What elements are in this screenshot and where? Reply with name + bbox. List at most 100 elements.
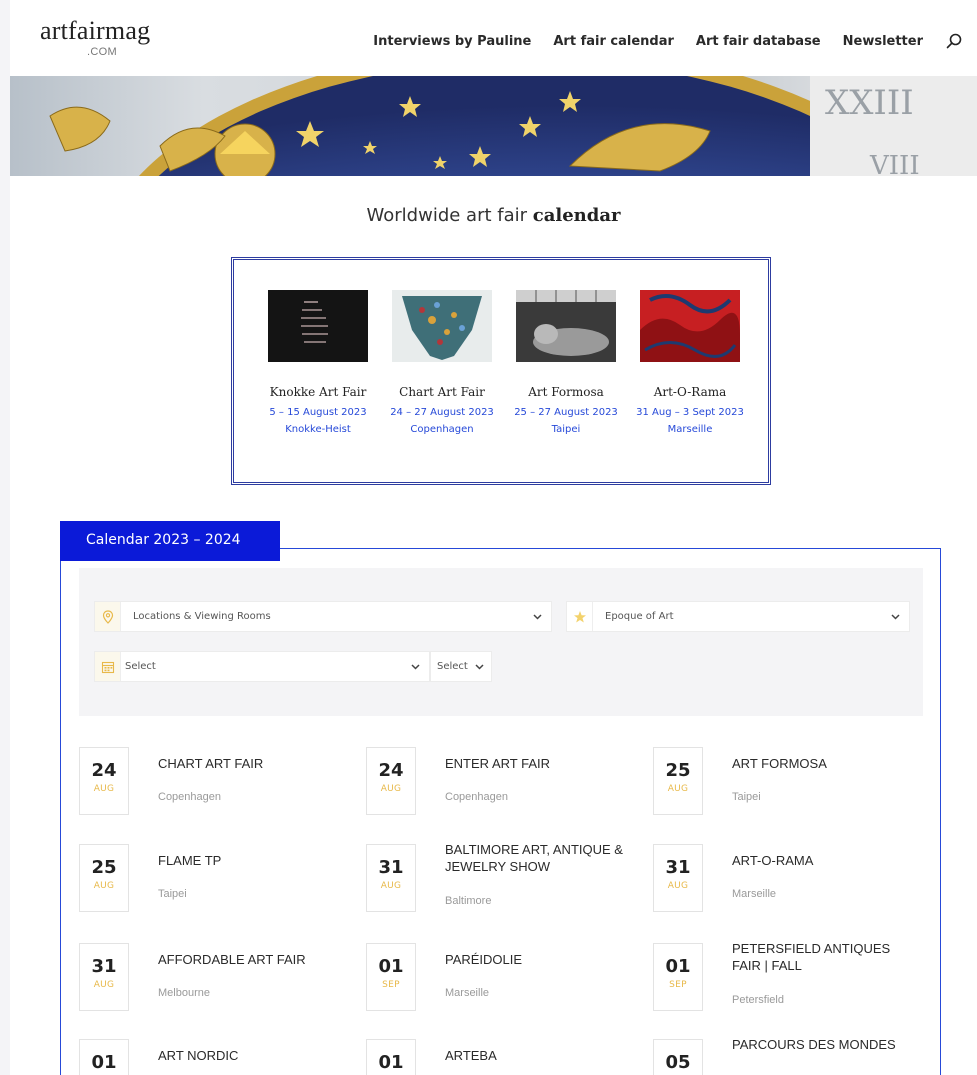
event-day: 31 (91, 956, 117, 977)
nav-newsletter[interactable]: Newsletter (843, 34, 923, 49)
tab-calendar[interactable]: Calendar 2023 – 2024 (60, 521, 280, 561)
date-box: 01 (79, 1039, 129, 1075)
date-box: 31 AUG (653, 844, 703, 912)
featured-card-formosa[interactable]: Art Formosa 25 – 27 August 2023 Taipei (504, 290, 628, 435)
date-box: 24 AUG (366, 747, 416, 815)
featured-title: Art-O-Rama (653, 385, 727, 399)
calendar-panel: Locations & Viewing Rooms Epoque of Art … (60, 548, 941, 1075)
nav-interviews[interactable]: Interviews by Pauline (373, 34, 531, 49)
event-day: 25 (91, 857, 117, 878)
date-box: 25 AUG (79, 844, 129, 912)
chevron-down-icon (411, 664, 420, 670)
event-item[interactable]: 31 AUG AFFORDABLE ART FAIR Melbourne (79, 943, 349, 1023)
event-item[interactable]: 05 PARCOURS DES MONDES (653, 1037, 923, 1075)
date-box: 01 SEP (366, 943, 416, 1011)
featured-location: Taipei (551, 424, 581, 435)
site-logo[interactable]: artfairmag .COM (40, 18, 180, 64)
calendar-icon (95, 652, 121, 681)
event-day: 24 (91, 760, 117, 781)
month-select-value: Select (125, 661, 156, 672)
event-item[interactable]: 24 AUG ENTER ART FAIR Copenhagen (366, 747, 636, 827)
event-title: PARCOURS DES MONDES (732, 1037, 896, 1052)
featured-card-chart[interactable]: Chart Art Fair 24 – 27 August 2023 Copen… (380, 290, 504, 435)
main-nav: Interviews by Pauline Art fair calendar … (373, 28, 977, 54)
month-select[interactable]: Select (94, 651, 430, 682)
event-item[interactable]: 01 ARTEBA (366, 1039, 636, 1075)
date-box: 05 (653, 1039, 703, 1075)
location-select[interactable]: Locations & Viewing Rooms (94, 601, 552, 632)
event-month: AUG (93, 784, 115, 794)
location-select-value: Locations & Viewing Rooms (133, 611, 271, 622)
location-pin-icon (95, 602, 121, 631)
chevron-down-icon (891, 614, 900, 620)
featured-location: Marseille (667, 424, 713, 435)
chevron-down-icon (533, 614, 542, 620)
year-select[interactable]: Select (430, 651, 492, 682)
title-bold: calendar (532, 205, 621, 226)
event-item[interactable]: 01 SEP PARÉIDOLIE Marseille (366, 943, 636, 1023)
event-item[interactable]: 31 AUG ART-O-RAMA Marseille (653, 844, 923, 924)
event-title: ART NORDIC (158, 1048, 239, 1063)
featured-image-chart (392, 290, 492, 362)
logo-subtext: .COM (87, 46, 117, 58)
featured-image-formosa (516, 290, 616, 362)
event-month: AUG (667, 881, 689, 891)
event-item[interactable]: 01 ART NORDIC (79, 1039, 349, 1075)
featured-title: Chart Art Fair (399, 385, 485, 399)
featured-dates: 31 Aug – 3 Sept 2023 (636, 407, 744, 418)
event-title: FLAME TP (158, 853, 222, 868)
featured-dates: 5 – 15 August 2023 (269, 407, 367, 418)
event-day: 31 (378, 857, 404, 878)
featured-title: Knokke Art Fair (269, 385, 367, 399)
site-header: artfairmag .COM Interviews by Pauline Ar… (10, 0, 977, 76)
filters-panel: Locations & Viewing Rooms Epoque of Art … (79, 568, 923, 716)
event-day: 01 (91, 1052, 117, 1073)
event-city: Taipei (158, 888, 187, 900)
featured-dates: 24 – 27 August 2023 (390, 407, 494, 418)
date-box: 31 AUG (366, 844, 416, 912)
event-item[interactable]: 01 SEP PETERSFIELD ANTIQUES FAIR | FALL P… (653, 941, 923, 1023)
date-box: 01 SEP (653, 943, 703, 1011)
event-day: 01 (378, 956, 404, 977)
event-month: AUG (93, 980, 115, 990)
featured-fairs-box: Knokke Art Fair 5 – 15 August 2023 Knokk… (231, 257, 771, 485)
event-city: Copenhagen (158, 791, 222, 803)
featured-card-knokke[interactable]: Knokke Art Fair 5 – 15 August 2023 Knokk… (256, 290, 380, 435)
search-icon[interactable] (945, 32, 963, 50)
featured-location: Copenhagen (410, 424, 474, 435)
event-city: Marseille (445, 987, 490, 999)
event-month: AUG (380, 784, 402, 794)
nav-art-fair-database[interactable]: Art fair database (696, 34, 821, 49)
event-city: Baltimore (445, 895, 492, 907)
event-month: AUG (380, 881, 402, 891)
featured-card-art-o-rama[interactable]: Art-O-Rama 31 Aug – 3 Sept 2023 Marseill… (628, 290, 752, 435)
nav-art-fair-calendar[interactable]: Art fair calendar (553, 34, 674, 49)
featured-image-knokke (268, 290, 368, 362)
epoque-select[interactable]: Epoque of Art (566, 601, 910, 632)
event-day: 05 (665, 1052, 691, 1073)
featured-dates: 25 – 27 August 2023 (514, 407, 618, 418)
featured-title: Art Formosa (528, 385, 604, 399)
date-box: 25 AUG (653, 747, 703, 815)
epoque-select-value: Epoque of Art (605, 611, 674, 622)
event-item[interactable]: 25 AUG FLAME TP Taipei (79, 844, 349, 924)
logo-text: artfairmag (40, 16, 151, 45)
event-city: Taipei (732, 791, 761, 803)
event-month: AUG (93, 881, 115, 891)
featured-location: Knokke-Heist (285, 424, 351, 435)
date-box: 24 AUG (79, 747, 129, 815)
date-box: 01 (366, 1039, 416, 1075)
event-item[interactable]: 24 AUG CHART ART FAIR Copenhagen (79, 747, 349, 827)
event-city: Petersfield (732, 994, 784, 1006)
event-item[interactable]: 31 AUG BALTIMORE ART, ANTIQUE & JEWELRY S… (366, 842, 636, 924)
event-title: ENTER ART FAIR (445, 756, 550, 771)
event-title: PETERSFIELD ANTIQUES FAIR | FALL (732, 941, 891, 973)
svg-text:VIII: VIII (869, 151, 920, 176)
event-city: Melbourne (158, 987, 210, 999)
event-city: Copenhagen (445, 791, 509, 803)
event-day: 24 (378, 760, 404, 781)
event-item[interactable]: 25 AUG ART FORMOSA Taipei (653, 747, 923, 827)
event-day: 25 (665, 760, 691, 781)
event-title: BALTIMORE ART, ANTIQUE & JEWELRY SHOW (445, 842, 623, 874)
svg-text:XXIII: XXIII (825, 83, 914, 123)
